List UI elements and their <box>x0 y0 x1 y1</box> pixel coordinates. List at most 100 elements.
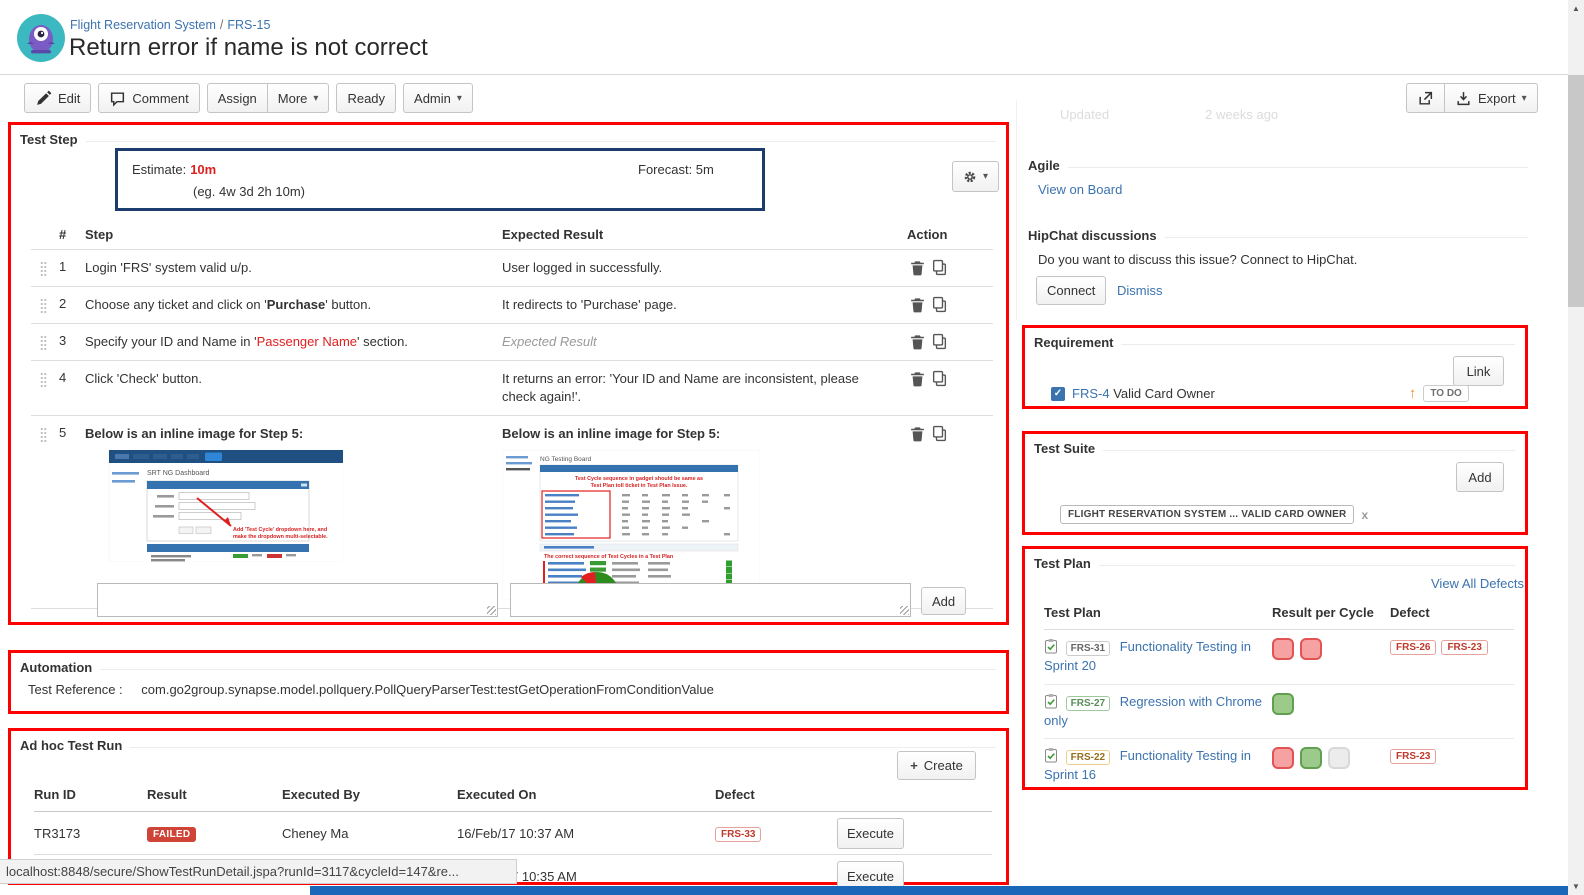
requirement-link-button[interactable]: Link <box>1453 356 1504 386</box>
cycle-result-fail-square[interactable] <box>1272 638 1294 660</box>
test-step-section: Test Step Estimate:10m (eg. 4w 3d 2h 10m… <box>8 122 1009 625</box>
copy-icon[interactable] <box>931 370 948 387</box>
breadcrumb-issue-link[interactable]: FRS-15 <box>227 18 270 32</box>
expected-text[interactable]: Below is an inline image for Step 5: NG … <box>502 425 907 600</box>
cycle-result-none-square[interactable] <box>1328 747 1350 769</box>
drag-handle-icon[interactable] <box>40 372 47 388</box>
scrollbar-thumb[interactable] <box>1568 75 1584 307</box>
cycle-result-fail-square[interactable] <box>1300 638 1322 660</box>
defect-list: FRS-26 FRS-23 <box>1390 638 1514 655</box>
assign-button[interactable]: Assign <box>207 83 268 113</box>
edit-button[interactable]: Edit <box>24 83 91 113</box>
delete-icon[interactable] <box>909 259 926 276</box>
step-text[interactable]: Below is an inline image for Step 5: SRT… <box>85 425 502 562</box>
expected-placeholder[interactable]: Expected Result <box>502 333 907 352</box>
defect-badge[interactable]: FRS-33 <box>715 827 761 842</box>
defect-badge[interactable]: FRS-26 <box>1390 640 1436 655</box>
hipchat-title: HipChat discussions <box>1028 228 1157 243</box>
remove-chip-icon[interactable]: x <box>1361 508 1368 522</box>
step-text-red: Passenger Name <box>257 334 357 349</box>
defect-badge[interactable]: FRS-23 <box>1390 749 1436 764</box>
resize-grip-icon[interactable] <box>487 606 496 615</box>
comment-button[interactable]: Comment <box>98 83 199 113</box>
delete-icon[interactable] <box>909 425 926 442</box>
result-per-cycle[interactable] <box>1272 638 1390 663</box>
drag-handle-icon[interactable] <box>40 298 47 314</box>
more-dropdown-button[interactable]: More▾ <box>267 83 330 113</box>
step-settings-dropdown-button[interactable]: ▾ <box>952 161 999 192</box>
section-rule <box>100 669 996 670</box>
project-avatar <box>17 14 65 62</box>
column-divider <box>1016 100 1017 320</box>
page-scrollbar[interactable]: ▲ ▼ <box>1568 0 1584 895</box>
cycle-result-pass-square[interactable] <box>1272 693 1294 715</box>
result-per-cycle[interactable] <box>1272 747 1390 772</box>
scroll-up-arrow-icon[interactable]: ▲ <box>1568 0 1584 17</box>
add-step-button[interactable]: Add <box>921 587 966 615</box>
hipchat-message: Do you want to discuss this issue? Conne… <box>1038 252 1357 267</box>
step-text-part: Choose any ticket and click on ' <box>85 297 267 312</box>
agile-title: Agile <box>1028 158 1060 173</box>
test-plan-key-badge: FRS-22 <box>1066 750 1110 765</box>
test-suite-section-header: Test Suite <box>1025 434 1525 456</box>
requirement-title: Requirement <box>1034 335 1113 350</box>
status-badge: TO DO <box>1423 385 1468 402</box>
expected-text[interactable]: It returns an error: 'Your ID and Name a… <box>502 370 907 408</box>
cycle-result-pass-square[interactable] <box>1300 747 1322 769</box>
cycle-result-fail-square[interactable] <box>1272 747 1294 769</box>
new-step-input[interactable] <box>98 584 497 616</box>
ready-button[interactable]: Ready <box>336 83 396 113</box>
test-suite-add-button[interactable]: Add <box>1456 462 1504 492</box>
copy-icon[interactable] <box>931 259 948 276</box>
expected-text[interactable]: It redirects to 'Purchase' page. <box>502 296 907 315</box>
result-failed-badge: FAILED <box>147 827 196 842</box>
defect-badge[interactable]: FRS-23 <box>1441 640 1487 655</box>
view-on-board-link[interactable]: View on Board <box>1038 182 1122 197</box>
agile-section-header: Agile <box>1028 158 1528 173</box>
execute-label: Execute <box>847 869 894 884</box>
new-expected-input[interactable] <box>511 584 910 616</box>
hipchat-connect-button[interactable]: Connect <box>1036 276 1106 305</box>
delete-icon[interactable] <box>909 333 926 350</box>
test-plan-key-badge: FRS-31 <box>1066 641 1110 656</box>
test-suite-title: Test Suite <box>1034 441 1095 456</box>
copy-icon[interactable] <box>931 425 948 442</box>
export-dropdown-button[interactable]: Export▾ <box>1444 83 1538 113</box>
execute-button[interactable]: Execute <box>837 818 904 849</box>
test-step-table-header: # Step Expected Result Action <box>31 218 993 249</box>
copy-icon[interactable] <box>931 296 948 313</box>
result-per-cycle[interactable] <box>1272 693 1390 718</box>
test-step-table: # Step Expected Result Action 1 Login 'F… <box>31 218 993 609</box>
create-test-run-button[interactable]: + Create <box>897 751 976 780</box>
issue-page: Flight Reservation System/FRS-15 Return … <box>0 0 1584 895</box>
step-text[interactable]: Choose any ticket and click on 'Purchase… <box>85 296 502 315</box>
step-text[interactable]: Click 'Check' button. <box>85 370 502 389</box>
test-plan-section-header: Test Plan <box>1025 549 1525 571</box>
browser-status-url: localhost:8848/secure/ShowTestRunDetail.… <box>0 859 517 884</box>
breadcrumb-project-link[interactable]: Flight Reservation System <box>70 18 216 32</box>
hipchat-dismiss-link[interactable]: Dismiss <box>1117 283 1163 298</box>
resize-grip-icon[interactable] <box>900 606 909 615</box>
scroll-down-arrow-icon[interactable]: ▼ <box>1568 878 1584 895</box>
adhoc-table-header: Run ID Result Executed By Executed On De… <box>34 783 992 812</box>
delete-icon[interactable] <box>909 370 926 387</box>
step-text[interactable]: Login 'FRS' system valid u/p. <box>85 259 502 278</box>
requirement-key-link[interactable]: FRS-4 <box>1072 386 1110 401</box>
expected-text[interactable]: User logged in successfully. <box>502 259 907 278</box>
drag-handle-icon[interactable] <box>40 427 47 443</box>
test-step-section-header: Test Step <box>11 125 1006 147</box>
admin-dropdown-button[interactable]: Admin▾ <box>403 83 473 113</box>
svg-text:Test Cycle sequence in gadget: Test Cycle sequence in gadget should be … <box>575 476 703 482</box>
delete-icon[interactable] <box>909 296 926 313</box>
drag-handle-icon[interactable] <box>40 261 47 277</box>
step-text[interactable]: Specify your ID and Name in 'Passenger N… <box>85 333 502 352</box>
svg-text:SRT NG Dashboard: SRT NG Dashboard <box>147 470 209 477</box>
run-id[interactable]: TR3173 <box>34 826 147 841</box>
checkbox-checked-icon[interactable]: ✓ <box>1051 387 1065 401</box>
view-all-defects-link[interactable]: View All Defects <box>1431 576 1524 591</box>
drag-handle-icon[interactable] <box>40 335 47 351</box>
issue-toolbar: Edit Comment Assign More▾ Ready Admin▾ <box>24 83 473 113</box>
copy-icon[interactable] <box>931 333 948 350</box>
col-defect: Defect <box>715 787 837 802</box>
share-button[interactable] <box>1406 83 1445 113</box>
